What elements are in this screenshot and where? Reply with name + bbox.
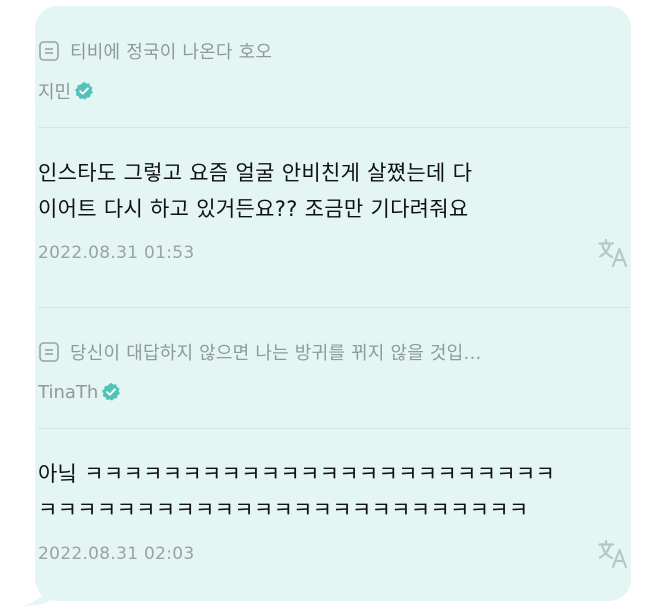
quoted-message[interactable]: 티비에 정국이 나온다 호오 (38, 37, 630, 65)
author-row: TinaTh (38, 378, 630, 406)
author-name[interactable]: 지민 (38, 78, 71, 104)
quoted-message[interactable]: 당신이 대답하지 않으면 나는 방귀를 뀌지 않을 것입… (38, 338, 630, 366)
divider (38, 127, 630, 128)
timestamp: 2022.08.31 02:03 (38, 544, 195, 564)
message-text-line: 이어트 다시 하고 있거든요?? 조금만 기다려줘요 (38, 197, 469, 221)
message-2: 당신이 대답하지 않으면 나는 방귀를 뀌지 않을 것입… TinaTh 아닠 … (38, 338, 630, 570)
message-separator (38, 307, 630, 308)
author-row: 지민 (38, 77, 630, 105)
message-text-line: ㅋㅋㅋㅋㅋㅋㅋㅋㅋㅋㅋㅋㅋㅋㅋㅋㅋㅋㅋㅋㅋㅋㅋㅋㅋ (38, 498, 529, 522)
quote-icon (39, 41, 59, 61)
message-text-line: 아닠 ㅋㅋㅋㅋㅋㅋㅋㅋㅋㅋㅋㅋㅋㅋㅋㅋㅋㅋㅋㅋㅋㅋㅋㅋ (38, 462, 556, 486)
translate-icon[interactable] (598, 538, 630, 570)
message-text: 인스타도 그렇고 요즘 얼굴 안비친게 살쪘는데 다 이어트 다시 하고 있거든… (38, 155, 630, 227)
message-meta: 2022.08.31 01:53 (38, 237, 630, 269)
message-text: 아닠 ㅋㅋㅋㅋㅋㅋㅋㅋㅋㅋㅋㅋㅋㅋㅋㅋㅋㅋㅋㅋㅋㅋㅋㅋ ㅋㅋㅋㅋㅋㅋㅋㅋㅋㅋㅋㅋ… (38, 456, 630, 528)
message-meta: 2022.08.31 02:03 (38, 538, 630, 570)
divider (38, 428, 630, 429)
quoted-text: 당신이 대답하지 않으면 나는 방귀를 뀌지 않을 것입… (70, 343, 482, 364)
bubble-tail (21, 575, 49, 606)
message-text-line: 인스타도 그렇고 요즘 얼굴 안비친게 살쪘는데 다 (38, 161, 473, 185)
message-1: 티비에 정국이 나온다 호오 지민 인스타도 그렇고 요즘 얼굴 안비친게 살쪘… (38, 37, 630, 269)
quote-icon (39, 342, 59, 362)
translate-icon[interactable] (598, 237, 630, 269)
author-name[interactable]: TinaTh (38, 382, 98, 403)
timestamp: 2022.08.31 01:53 (38, 243, 195, 263)
verified-badge-icon (75, 81, 94, 100)
verified-badge-icon (102, 382, 121, 401)
quoted-text: 티비에 정국이 나온다 호오 (70, 42, 273, 63)
